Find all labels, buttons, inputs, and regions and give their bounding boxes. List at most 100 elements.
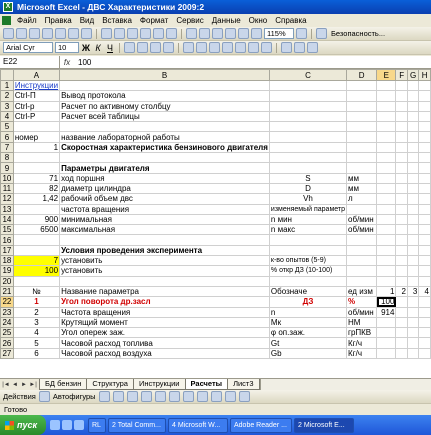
insert-function-icon[interactable]: fx: [60, 58, 74, 67]
cell-f27[interactable]: [395, 347, 408, 360]
cell-h5[interactable]: [418, 121, 431, 133]
cell-g14[interactable]: [406, 213, 420, 226]
cell-b23[interactable]: Частота вращения: [59, 306, 270, 318]
column-header-c[interactable]: C: [268, 69, 348, 81]
align-left-icon[interactable]: [124, 42, 135, 53]
cell-g26[interactable]: [406, 337, 420, 349]
chart-wizard-icon[interactable]: [238, 28, 249, 39]
cell-e4[interactable]: [376, 110, 397, 123]
cell-g17[interactable]: [406, 244, 420, 257]
cell-f23[interactable]: [395, 306, 408, 318]
cell-e5[interactable]: [376, 121, 397, 133]
column-header-h[interactable]: H: [418, 69, 431, 81]
cell-h7[interactable]: [418, 141, 431, 154]
cell-a19[interactable]: 100: [12, 265, 61, 277]
cell-d5[interactable]: [346, 121, 378, 133]
security-button[interactable]: Безопасность...: [329, 29, 387, 38]
copy-icon[interactable]: [114, 28, 125, 39]
cell-f6[interactable]: [395, 131, 408, 143]
cell-e18[interactable]: [376, 255, 397, 267]
align-center-icon[interactable]: [137, 42, 148, 53]
cell-b4[interactable]: Расчет всей таблицы: [59, 110, 270, 123]
paste-icon[interactable]: [127, 28, 138, 39]
cell-b2[interactable]: Вывод протокола: [59, 90, 270, 102]
row-header[interactable]: 24: [0, 316, 14, 329]
cell-a21[interactable]: №: [12, 285, 61, 298]
sort-asc-icon[interactable]: [212, 28, 223, 39]
task-total-commander[interactable]: 2 Total Comm...: [108, 417, 166, 433]
cell-c23[interactable]: n: [268, 306, 348, 318]
row-header[interactable]: 6: [0, 131, 14, 143]
cell-d8[interactable]: [346, 152, 378, 164]
undo-icon[interactable]: [153, 28, 164, 39]
cell-e7[interactable]: [376, 141, 397, 154]
menu-data[interactable]: Данные: [208, 16, 245, 25]
cell-d3[interactable]: [346, 100, 378, 112]
cell-h15[interactable]: [418, 224, 431, 236]
cell-a14[interactable]: 900: [12, 213, 61, 226]
cell-b3[interactable]: Расчет по активному столбцу: [59, 100, 270, 112]
cell-a4[interactable]: Ctrl-Р: [12, 110, 61, 123]
cell-e12[interactable]: [376, 193, 397, 205]
cell-g6[interactable]: [406, 131, 420, 143]
cell-c3[interactable]: [268, 100, 348, 112]
cell-e20[interactable]: [376, 275, 397, 287]
cell-a15[interactable]: 6500: [12, 224, 61, 236]
cell-h12[interactable]: [418, 193, 431, 205]
cell-f2[interactable]: [395, 90, 408, 102]
row-header[interactable]: 10: [0, 172, 14, 184]
cell-c1[interactable]: [268, 79, 348, 92]
cell-e9[interactable]: [376, 162, 397, 174]
cell-h6[interactable]: [418, 131, 431, 143]
menu-insert[interactable]: Вставка: [98, 16, 136, 25]
cell-h23[interactable]: [418, 306, 431, 318]
rectangle-icon[interactable]: [126, 391, 138, 402]
cell-a7[interactable]: 1: [12, 141, 61, 154]
row-header[interactable]: 14: [0, 213, 14, 226]
cell-d15[interactable]: об/мин: [346, 224, 378, 236]
row-header[interactable]: 26: [0, 337, 14, 349]
cell-c24[interactable]: Мк: [268, 316, 348, 329]
cell-h14[interactable]: [418, 213, 431, 226]
menu-tools[interactable]: Сервис: [172, 16, 207, 25]
cell-d23[interactable]: об/мин: [346, 306, 378, 318]
menu-window[interactable]: Окно: [245, 16, 272, 25]
cell-f5[interactable]: [395, 121, 408, 133]
line-color-icon[interactable]: [224, 391, 236, 402]
cell-d6[interactable]: [346, 131, 378, 143]
cell-e17[interactable]: [376, 244, 397, 257]
row-header[interactable]: 17: [0, 244, 14, 257]
cell-g5[interactable]: [406, 121, 420, 133]
cell-f9[interactable]: [395, 162, 408, 174]
bold-button[interactable]: Ж: [81, 43, 91, 53]
prev-sheet-icon[interactable]: ◄: [11, 381, 19, 389]
row-header[interactable]: 27: [0, 347, 14, 360]
cell-e16[interactable]: [376, 234, 397, 246]
cell-a13[interactable]: [12, 203, 61, 215]
cell-b5[interactable]: [59, 121, 270, 133]
cell-d20[interactable]: [346, 275, 378, 287]
cell-b17[interactable]: Условия проведения эксперимента: [59, 244, 270, 257]
cell-c15[interactable]: n макс: [268, 224, 348, 236]
cell-b22[interactable]: Угол поворота др.засл: [59, 296, 270, 308]
row-header[interactable]: 23: [0, 306, 14, 318]
cell-c18[interactable]: к-во опытов (5-9): [268, 255, 348, 267]
spelling-icon[interactable]: [81, 28, 92, 39]
save-icon[interactable]: [29, 28, 40, 39]
cell-h11[interactable]: [418, 182, 431, 195]
permission-icon[interactable]: [42, 28, 53, 39]
row-header[interactable]: 7: [0, 141, 14, 154]
merge-center-icon[interactable]: [163, 42, 174, 53]
cell-b13[interactable]: частота вращения: [59, 203, 270, 215]
autosum-icon[interactable]: [199, 28, 210, 39]
cell-d22[interactable]: %: [346, 296, 378, 308]
cell-f16[interactable]: [395, 234, 408, 246]
tab-bd-benzin[interactable]: БД бензин: [39, 379, 88, 390]
row-header[interactable]: 11: [0, 182, 14, 195]
cell-f19[interactable]: [395, 265, 408, 277]
row-header[interactable]: 13: [0, 203, 14, 215]
cell-e23[interactable]: 914: [376, 306, 397, 318]
tab-instruktsii[interactable]: Инструкции: [132, 379, 186, 390]
quick-launch-icon[interactable]: [50, 420, 60, 430]
cell-e21[interactable]: 1: [376, 285, 397, 298]
